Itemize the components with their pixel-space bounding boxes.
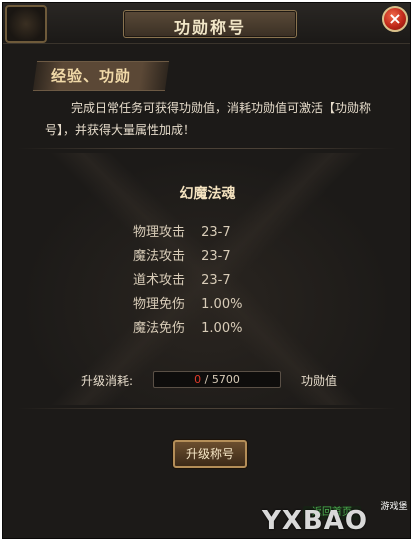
title-plaque: 功勋称号 [123, 10, 297, 38]
cost-separator: / [204, 373, 209, 386]
stat-value: 1.00% [201, 297, 243, 312]
stats-list: 物理攻击 23-7 魔法攻击 23-7 道术攻击 23-7 物理免伤 1.00%… [133, 221, 242, 341]
watermark-logo: YXBAO [262, 506, 368, 536]
watermark-sub: 游戏堡 [380, 502, 408, 512]
stat-row: 物理攻击 23-7 [133, 221, 242, 245]
stat-value: 23-7 [201, 249, 231, 264]
cost-total-value: 5700 [211, 373, 240, 386]
divider [17, 148, 397, 149]
stat-value: 1.00% [201, 321, 243, 336]
window-title: 功勋称号 [173, 18, 246, 37]
stat-name: 物理免伤 [133, 297, 186, 312]
stat-name: 道术攻击 [133, 273, 186, 288]
corner-ornament-icon [5, 5, 47, 43]
close-icon: × [388, 9, 402, 28]
stat-value: 23-7 [201, 273, 231, 288]
stat-row: 魔法免伤 1.00% [133, 317, 242, 341]
stat-row: 道术攻击 23-7 [133, 269, 242, 293]
site-watermark: YXBAO 游戏堡 [262, 498, 410, 540]
stat-name: 魔法免伤 [133, 321, 186, 336]
section-banner-label: 经验、功勋 [51, 67, 132, 85]
upgrade-title-button[interactable]: 升级称号 [173, 440, 247, 468]
close-button[interactable]: × [382, 6, 408, 32]
stat-row: 物理免伤 1.00% [133, 293, 242, 317]
cost-current-value: 0 [194, 373, 202, 386]
title-bar: 功勋称号 × [3, 3, 410, 44]
honor-title-window: 功勋称号 × 经验、功勋 完成日常任务可获得功勋值，消耗功勋值可激活【功勋称号】… [2, 2, 411, 539]
divider [17, 408, 397, 409]
stat-name: 魔法攻击 [133, 249, 186, 264]
honor-title-name: 幻魔法魂 [179, 186, 236, 202]
stat-row: 魔法攻击 23-7 [133, 245, 242, 269]
upgrade-cost-label: 升级消耗: [81, 374, 134, 388]
stat-value: 23-7 [201, 225, 231, 240]
section-description: 完成日常任务可获得功勋值，消耗功勋值可激活【功勋称号】，并获得大量属性加成！ [45, 101, 372, 137]
cost-unit-label: 功勋值 [301, 374, 338, 388]
upgrade-cost-bar: 0 / 5700 [153, 371, 281, 388]
stat-name: 物理攻击 [133, 225, 186, 240]
